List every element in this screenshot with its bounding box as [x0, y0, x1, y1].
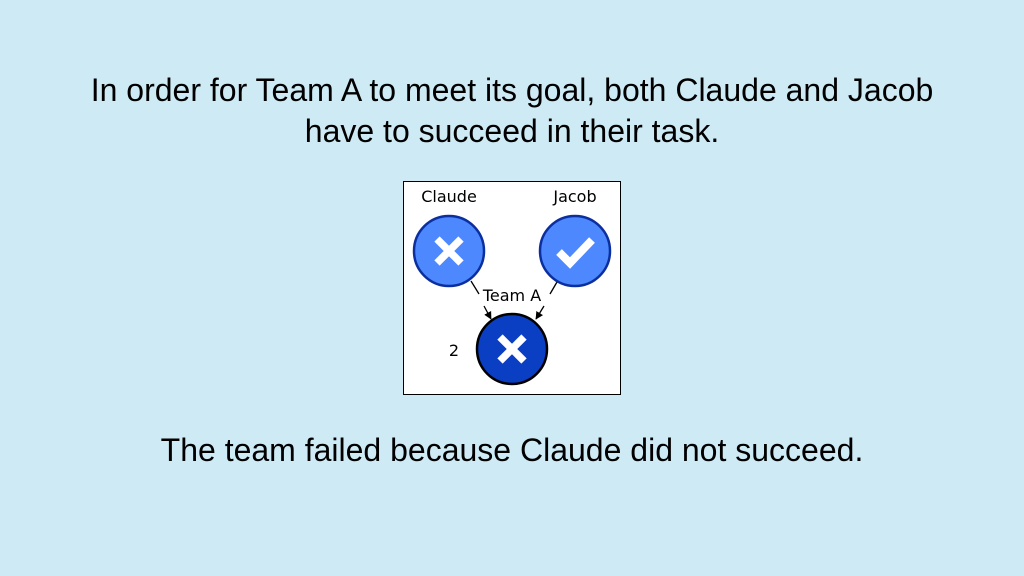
team-diagram: Claude Jacob Team A 2: [403, 181, 621, 395]
edge-jacob-line-upper: [549, 281, 558, 295]
member-label-claude: Claude: [421, 187, 477, 206]
intro-line-2: have to succeed in their task.: [304, 113, 720, 149]
intro-text: In order for Team A to meet its goal, bo…: [40, 70, 984, 152]
member-node-jacob: [538, 214, 612, 288]
edge-jacob-arrow: [535, 305, 545, 320]
team-threshold: 2: [449, 341, 459, 360]
jacob-circle: [538, 214, 612, 288]
team-label: Team A: [482, 286, 541, 305]
edge-claude-line-upper: [470, 280, 480, 295]
member-node-claude: [412, 214, 486, 288]
member-label-jacob: Jacob: [552, 187, 596, 206]
diagram-canvas: Claude Jacob Team A 2: [412, 187, 612, 386]
intro-line-1: In order for Team A to meet its goal, bo…: [90, 72, 934, 108]
team-node: [475, 312, 549, 386]
edge-claude-arrow: [483, 305, 492, 320]
conclusion-text: The team failed because Claude did not s…: [160, 432, 864, 468]
